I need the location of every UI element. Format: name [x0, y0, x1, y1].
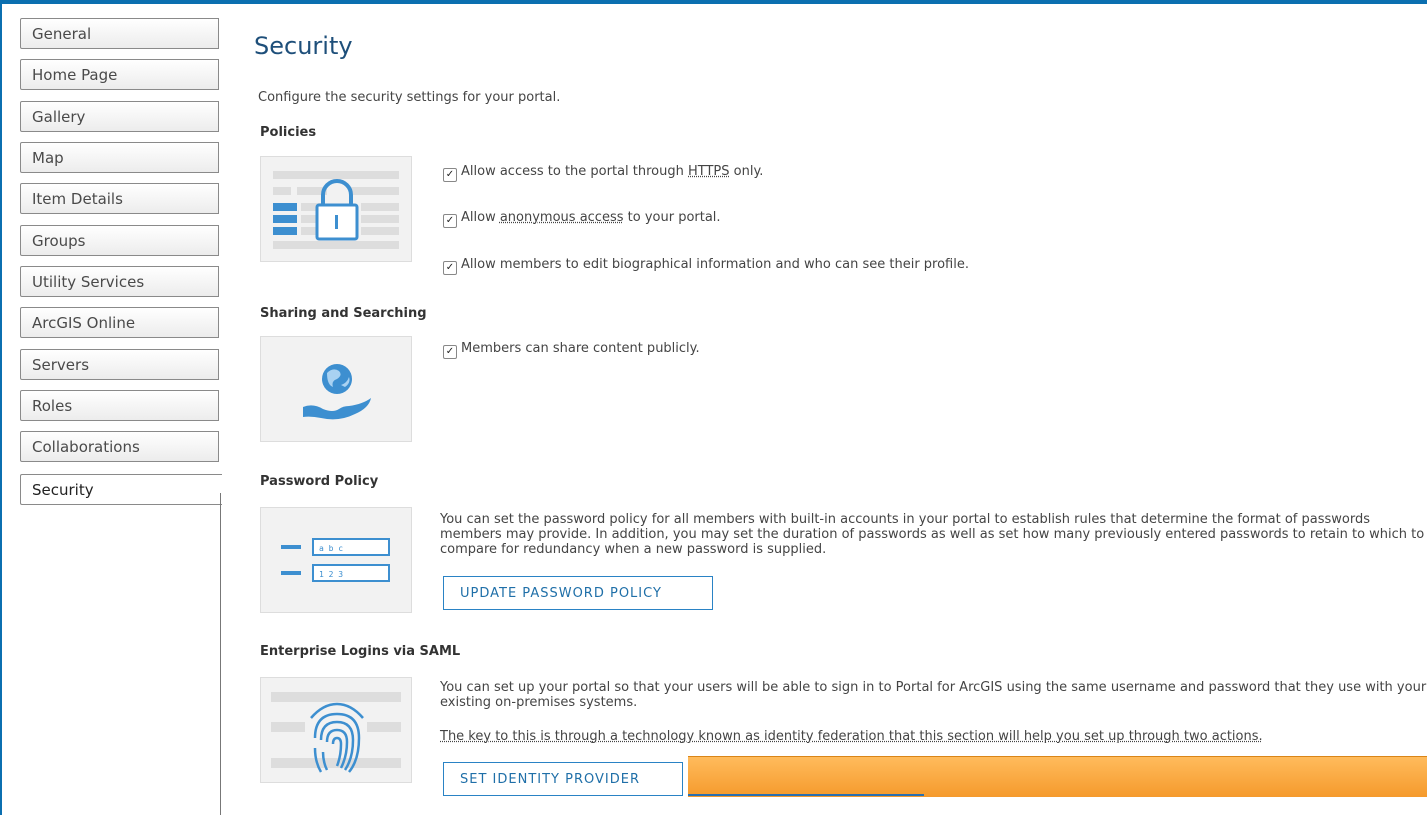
sharing-illustration: [260, 336, 412, 442]
https-link[interactable]: HTTPS: [688, 164, 730, 179]
password-policy-heading: Password Policy: [260, 474, 379, 489]
saml-description-1: You can set up your portal so that your …: [440, 680, 1427, 710]
https-label-pre: Allow access to the portal through: [461, 164, 688, 179]
password-field1-text: a b c: [319, 544, 343, 553]
sharing-heading: Sharing and Searching: [260, 306, 427, 321]
tab-general[interactable]: General: [20, 18, 219, 49]
share-public-label: Members can share content publicly.: [461, 341, 700, 356]
set-identity-provider-button[interactable]: SET IDENTITY PROVIDER: [443, 762, 683, 796]
highlight-overlay: [688, 756, 1427, 797]
focus-underline: [688, 794, 924, 796]
policies-illustration: [260, 156, 412, 262]
anonymous-access-link[interactable]: anonymous access: [500, 210, 624, 225]
anonymous-access-checkbox[interactable]: ✓: [443, 214, 457, 228]
anonymous-label-post: to your portal.: [623, 210, 721, 225]
anonymous-label-pre: Allow: [461, 210, 500, 225]
security-panel: Security Configure the security settings…: [240, 4, 1427, 815]
tab-gallery[interactable]: Gallery: [20, 101, 219, 132]
anonymous-access-option[interactable]: ✓ Allow anonymous access to your portal.: [443, 210, 721, 228]
sidebar-divider: [220, 493, 221, 815]
tab-item-details[interactable]: Item Details: [20, 183, 219, 214]
app-frame: General Home Page Gallery Map Item Detai…: [2, 4, 1427, 815]
tab-roles[interactable]: Roles: [20, 390, 219, 421]
tab-arcgis-online[interactable]: ArcGIS Online: [20, 307, 219, 338]
edit-bio-label: Allow members to edit biographical infor…: [461, 257, 969, 272]
saml-description-2[interactable]: The key to this is through a technology …: [440, 729, 1427, 744]
share-public-checkbox[interactable]: ✓: [443, 345, 457, 359]
intro-text: Configure the security settings for your…: [258, 90, 561, 105]
edit-bio-checkbox[interactable]: ✓: [443, 261, 457, 275]
edit-bio-option[interactable]: ✓ Allow members to edit biographical info…: [443, 257, 969, 275]
password-field2-text: 1 2 3: [319, 570, 343, 579]
password-policy-description: You can set the password policy for all …: [440, 512, 1425, 557]
tab-map[interactable]: Map: [20, 142, 219, 173]
settings-sidebar: General Home Page Gallery Map Item Detai…: [20, 18, 222, 815]
https-label-post: only.: [729, 164, 764, 179]
page-title: Security: [254, 32, 353, 60]
update-password-policy-button[interactable]: UPDATE PASSWORD POLICY: [443, 576, 713, 610]
globe-in-hand-icon: [303, 364, 371, 420]
tab-servers[interactable]: Servers: [20, 349, 219, 380]
tab-home-page[interactable]: Home Page: [20, 59, 219, 90]
tab-utility-services[interactable]: Utility Services: [20, 266, 219, 297]
https-only-checkbox[interactable]: ✓: [443, 168, 457, 182]
padlock-document-icon: [273, 171, 399, 249]
password-fields-icon: a b c 1 2 3: [281, 538, 390, 582]
password-illustration: a b c 1 2 3: [260, 507, 412, 613]
fingerprint-icon: [271, 692, 401, 773]
https-only-option[interactable]: ✓ Allow access to the portal through HTTP…: [443, 164, 763, 182]
tab-security[interactable]: Security: [20, 474, 222, 505]
policies-heading: Policies: [260, 125, 317, 140]
tab-collaborations[interactable]: Collaborations: [20, 431, 219, 462]
saml-illustration: [260, 677, 412, 783]
tab-groups[interactable]: Groups: [20, 225, 219, 256]
share-public-option[interactable]: ✓ Members can share content publicly.: [443, 341, 700, 359]
saml-heading: Enterprise Logins via SAML: [260, 644, 461, 659]
